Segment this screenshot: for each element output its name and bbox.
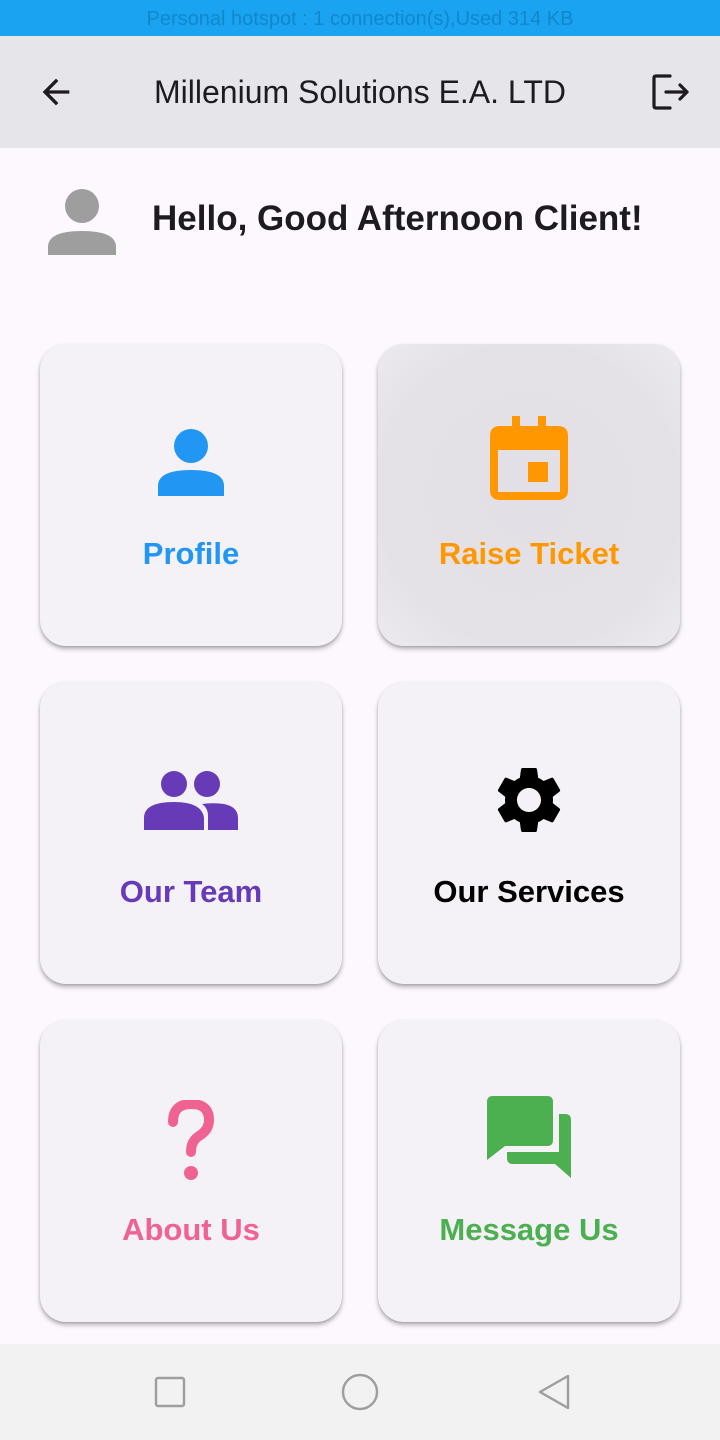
square-icon[interactable]	[150, 1372, 190, 1412]
chat-bubbles-icon	[487, 1096, 571, 1178]
logout-icon[interactable]	[650, 72, 692, 112]
our-services-card[interactable]: Our Services	[378, 682, 680, 984]
question-mark-icon	[168, 1100, 215, 1180]
raise-ticket-label: Raise Ticket	[438, 536, 620, 571]
gear-icon	[497, 768, 561, 832]
arrow-back-icon[interactable]	[36, 72, 76, 112]
message-us-card[interactable]: Message Us	[378, 1020, 680, 1322]
person-icon	[158, 429, 224, 496]
person-icon	[48, 189, 116, 255]
our-team-label: Our Team	[119, 874, 263, 909]
calendar-event-icon	[490, 416, 568, 500]
message-us-label: Message Us	[439, 1212, 619, 1247]
profile-card[interactable]: Profile	[40, 344, 342, 646]
greeting-text: Hello, Good Afternoon Client!	[152, 199, 643, 238]
about-us-card[interactable]: About Us	[40, 1020, 342, 1322]
about-us-label: About Us	[122, 1212, 260, 1247]
greeting-row: Hello, Good Afternoon Client!	[44, 185, 684, 265]
system-nav-bar	[0, 1344, 720, 1440]
raise-ticket-card[interactable]: Raise Ticket	[378, 344, 680, 646]
triangle-back-icon[interactable]	[534, 1372, 574, 1412]
app-bar: Millenium Solutions E.A. LTD	[0, 36, 720, 148]
our-team-card[interactable]: Our Team	[40, 682, 342, 984]
people-icon	[144, 771, 238, 830]
profile-label: Profile	[142, 536, 240, 571]
our-services-label: Our Services	[433, 874, 625, 909]
circle-icon[interactable]	[340, 1372, 380, 1412]
app-title: Millenium Solutions E.A. LTD	[154, 74, 566, 110]
status-bar: Personal hotspot : 1 connection(s),Used …	[0, 0, 720, 36]
